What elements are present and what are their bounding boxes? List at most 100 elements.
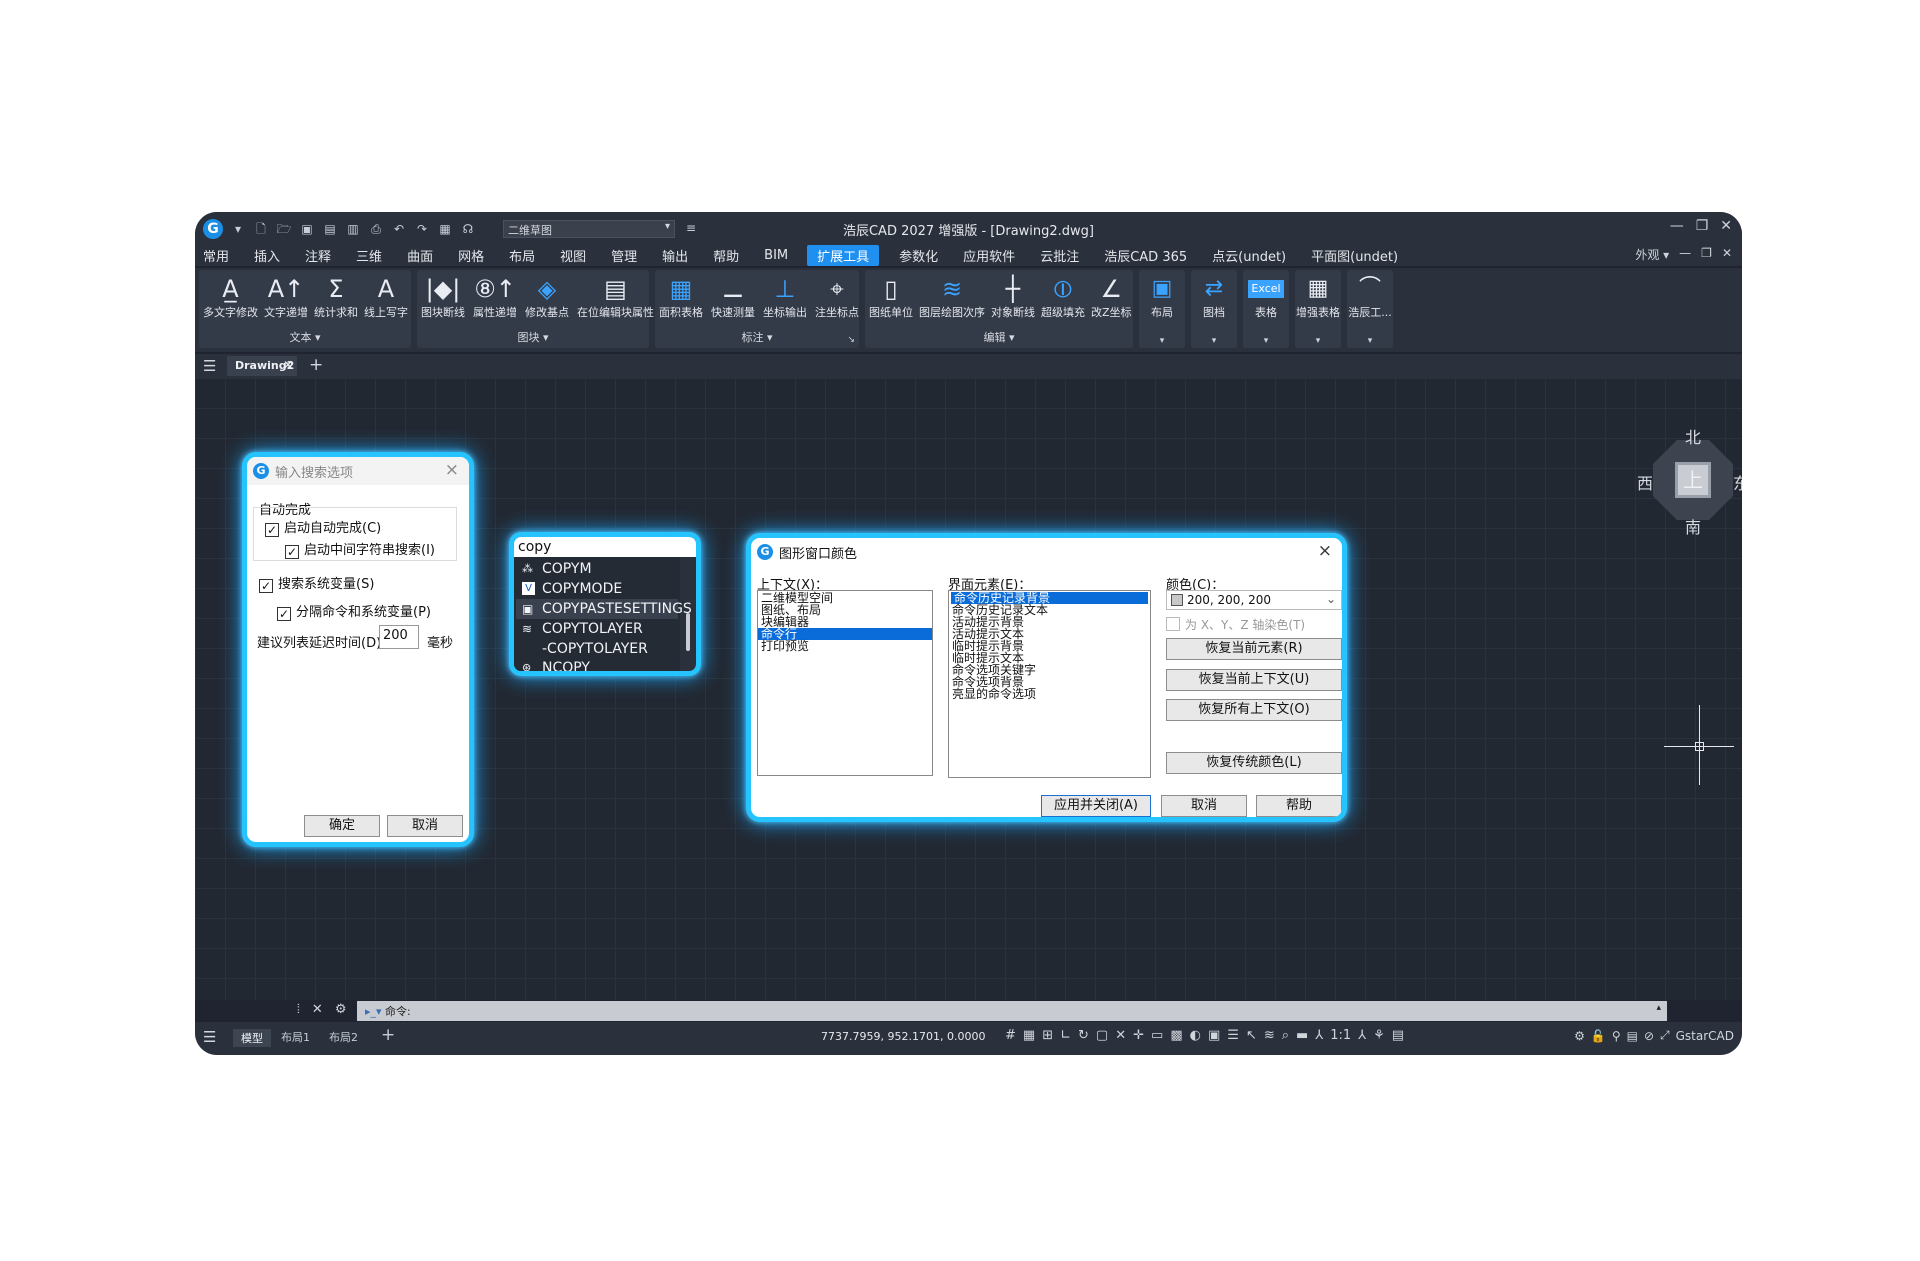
- transparency-icon[interactable]: ◐: [1190, 1028, 1201, 1043]
- compass-west[interactable]: 西: [1637, 470, 1653, 494]
- snap-mode-icon[interactable]: ⊞: [1042, 1028, 1053, 1043]
- tab-extension-tools[interactable]: 扩展工具: [807, 244, 880, 266]
- autocomplete-option[interactable]: ✓ 启动自动完成(C): [265, 517, 381, 537]
- suggestion-item[interactable]: ≋ COPYTOLAYER: [516, 619, 676, 639]
- ok-button[interactable]: 确定: [304, 815, 380, 837]
- chevron-down-icon[interactable]: ▾: [1368, 336, 1373, 346]
- chevron-down-icon[interactable]: ▾: [1212, 336, 1217, 346]
- otrack-icon[interactable]: ✕: [1115, 1028, 1126, 1043]
- suggestion-item[interactable]: V COPYMODE: [516, 579, 676, 599]
- layout-button[interactable]: ▣ 布局 ▾: [1139, 270, 1185, 348]
- tab-surface[interactable]: 曲面: [407, 245, 433, 266]
- refedit-attribute-button[interactable]: ▤ 在位编辑块属性: [577, 274, 654, 320]
- panel-title[interactable]: 标注 ▾: [655, 329, 859, 345]
- element-list[interactable]: 命令历史记录背景 命令历史记录文本 活动提示背景 活动提示文本 临时提示背景 临…: [948, 590, 1151, 778]
- compass-south[interactable]: 南: [1685, 514, 1701, 538]
- scrollbar-thumb[interactable]: [686, 613, 690, 651]
- viewcube[interactable]: 上 北 南 东 西: [1637, 424, 1742, 537]
- color-select[interactable]: 200, 200, 200 ⌄: [1166, 590, 1342, 610]
- cancel-button[interactable]: 取消: [387, 815, 463, 837]
- doc-tab-drawing2[interactable]: Drawing2 ✕: [227, 356, 297, 376]
- annotation-autoscale-icon[interactable]: ⚘: [1373, 1028, 1385, 1043]
- annotation-visibility-icon[interactable]: ⅄: [1358, 1028, 1366, 1043]
- grid-display-icon[interactable]: #: [1005, 1028, 1016, 1043]
- minimize-icon[interactable]: —: [1670, 218, 1684, 234]
- display-icon[interactable]: ▬: [1296, 1028, 1308, 1043]
- restore-icon[interactable]: ❐: [1701, 246, 1712, 263]
- pin-icon[interactable]: ⚲: [1612, 1029, 1621, 1043]
- attribute-increment-button[interactable]: ⑧↑ 属性递增: [473, 274, 517, 320]
- polar-tracking-icon[interactable]: ↻: [1078, 1028, 1089, 1043]
- fullscreen-icon[interactable]: ⤢: [1660, 1028, 1670, 1043]
- area-table-button[interactable]: ▦ 面积表格: [659, 274, 703, 320]
- separate-option[interactable]: ✓ 分隔命令和系统变量(P): [277, 601, 431, 621]
- panel-title[interactable]: 文本 ▾: [199, 329, 411, 345]
- compass-north[interactable]: 北: [1685, 424, 1701, 448]
- quick-measure-button[interactable]: ⚊ 快速测量: [711, 274, 755, 320]
- coordinate-output-button[interactable]: ⊥ 坐标输出: [763, 274, 807, 320]
- drawing-units-button[interactable]: ▯ 图纸单位: [869, 274, 913, 320]
- coordinate-label-button[interactable]: ⌖ 注坐标点: [815, 274, 859, 320]
- sysvars-option[interactable]: ✓ 搜索系统变量(S): [259, 573, 374, 593]
- lineweight-icon[interactable]: ▩: [1170, 1028, 1182, 1043]
- archive-button[interactable]: ⇄ 图档 ▾: [1191, 270, 1237, 348]
- tab-layout[interactable]: 布局: [509, 245, 535, 266]
- report-icon[interactable]: ▤: [1627, 1029, 1638, 1043]
- tab-cad365[interactable]: 浩辰CAD 365: [1104, 245, 1187, 266]
- checkbox-checked[interactable]: ✓: [265, 523, 279, 537]
- lock-icon[interactable]: 🔓: [1591, 1029, 1606, 1043]
- enhanced-table-button[interactable]: ▦ 增强表格 ▾: [1295, 270, 1341, 348]
- tab-manage[interactable]: 管理: [611, 245, 637, 266]
- ortho-icon[interactable]: ∟: [1060, 1028, 1071, 1043]
- dynamic-input-icon[interactable]: ▭: [1151, 1028, 1163, 1043]
- tab-model[interactable]: 模型: [233, 1029, 271, 1047]
- object-break-button[interactable]: ┼ 对象断线: [991, 274, 1035, 320]
- context-item[interactable]: 打印预览: [758, 640, 932, 652]
- close-icon[interactable]: ✕: [1722, 246, 1732, 263]
- tab-output[interactable]: 输出: [662, 245, 688, 266]
- table-button[interactable]: Excel 表格 ▾: [1243, 270, 1289, 348]
- grip-icon[interactable]: ⦙: [297, 1002, 300, 1017]
- close-icon[interactable]: ✕: [1720, 218, 1732, 234]
- suggestion-item[interactable]: ⁂ COPYM: [516, 559, 676, 579]
- text-increment-button[interactable]: A↑ 文字递增: [264, 274, 308, 320]
- annotation-monitor-icon[interactable]: ↖: [1246, 1028, 1257, 1043]
- modify-basepoint-button[interactable]: ◈ 修改基点: [525, 274, 569, 320]
- checkbox-checked[interactable]: ✓: [285, 545, 299, 559]
- tab-layout1[interactable]: 布局1: [281, 1029, 310, 1045]
- tab-3d[interactable]: 三维: [356, 245, 382, 266]
- block-break-button[interactable]: |◆| 图块断线: [421, 274, 465, 320]
- restore-classic-button[interactable]: 恢复传统颜色(L): [1166, 752, 1342, 774]
- plus-icon[interactable]: +: [309, 355, 323, 375]
- tab-apps[interactable]: 应用软件: [963, 245, 1015, 266]
- checkbox-checked[interactable]: ✓: [259, 579, 273, 593]
- tab-insert[interactable]: 插入: [254, 245, 280, 266]
- chevron-down-icon[interactable]: ▾: [1264, 336, 1269, 346]
- restore-element-button[interactable]: 恢复当前元素(R): [1166, 638, 1342, 660]
- layer-draworder-button[interactable]: ≋ 图层绘图次序: [919, 274, 985, 320]
- apply-close-button[interactable]: 应用并关闭(A): [1041, 795, 1151, 817]
- gear-icon[interactable]: ⚙: [1574, 1029, 1585, 1043]
- gear-icon[interactable]: ⚙: [335, 1002, 347, 1017]
- checkbox-unchecked[interactable]: [1166, 617, 1180, 631]
- context-list[interactable]: 二维模型空间 图纸、布局 块编辑器 命令行 打印预览: [757, 590, 933, 776]
- panel-title[interactable]: 图块 ▾: [417, 329, 649, 345]
- restore-context-button[interactable]: 恢复当前上下文(U): [1166, 669, 1342, 691]
- suggestion-item[interactable]: -COPYTOLAYER: [516, 639, 676, 659]
- menu-icon[interactable]: ☰: [203, 1028, 216, 1046]
- appearance-menu[interactable]: 外观 ▾: [1635, 246, 1669, 263]
- restore-icon[interactable]: ❐: [1696, 218, 1709, 234]
- close-icon[interactable]: ✕: [312, 1002, 323, 1017]
- annotation-scale-icon[interactable]: ⅄: [1315, 1028, 1323, 1043]
- close-icon[interactable]: ×: [445, 460, 459, 480]
- command-prompt-input[interactable]: ▸_▾ 命令: ▴: [357, 1001, 1667, 1021]
- checkbox-checked[interactable]: ✓: [277, 607, 291, 621]
- selection-cycling-icon[interactable]: ▣: [1208, 1028, 1220, 1043]
- dynamic-ucs-icon[interactable]: ✛: [1133, 1028, 1144, 1043]
- dialog-launcher-icon[interactable]: ↘: [847, 335, 855, 345]
- osnap-icon[interactable]: ▢: [1096, 1028, 1108, 1043]
- close-icon[interactable]: ✕: [283, 358, 293, 372]
- help-button[interactable]: 帮助: [1256, 795, 1342, 817]
- zoom-icon[interactable]: ⌕: [1282, 1028, 1289, 1043]
- element-item[interactable]: 亮显的命令选项: [949, 688, 1150, 700]
